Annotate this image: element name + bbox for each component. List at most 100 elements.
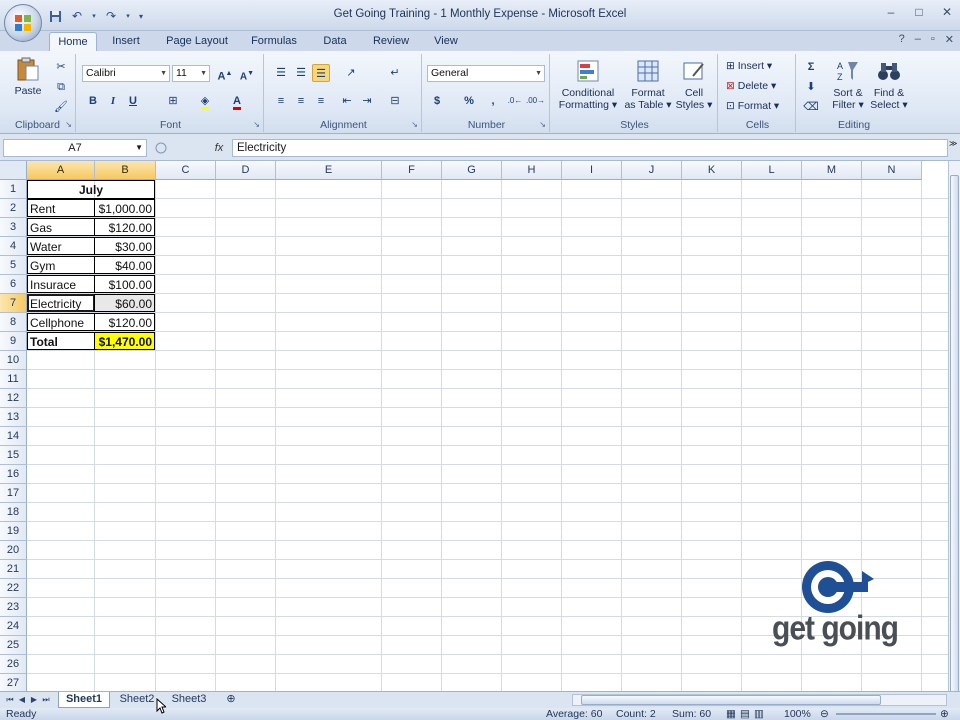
increase-indent-icon[interactable]: ⇥: [358, 92, 376, 110]
align-top-icon[interactable]: ☰: [272, 64, 290, 82]
formula-bar-splitter[interactable]: [152, 139, 206, 157]
cell-a8[interactable]: Cellphone: [27, 313, 95, 331]
number-launcher-icon[interactable]: ↘: [539, 120, 546, 129]
shrink-font-icon[interactable]: A▼: [238, 65, 256, 83]
row-header-13[interactable]: 13: [0, 408, 27, 427]
font-name-combo[interactable]: Calibri ▼: [82, 65, 170, 82]
sheet-tab-sheet1[interactable]: Sheet1: [58, 692, 110, 708]
row-header-19[interactable]: 19: [0, 522, 27, 541]
row-header-15[interactable]: 15: [0, 446, 27, 465]
zoom-slider[interactable]: [836, 713, 936, 715]
cell-styles-button[interactable]: Cell Styles ▾: [674, 58, 714, 111]
column-header-f[interactable]: F: [382, 161, 442, 180]
decrease-indent-icon[interactable]: ⇤: [338, 92, 356, 110]
percent-button[interactable]: %: [460, 92, 478, 110]
clipboard-launcher-icon[interactable]: ↘: [65, 120, 72, 129]
column-header-g[interactable]: G: [442, 161, 502, 180]
row-header-26[interactable]: 26: [0, 655, 27, 674]
row-header-6[interactable]: 6: [0, 275, 27, 294]
close-workbook-icon[interactable]: ✕: [945, 33, 954, 46]
tab-page-layout[interactable]: Page Layout: [160, 32, 234, 51]
row-header-23[interactable]: 23: [0, 598, 27, 617]
column-header-h[interactable]: H: [502, 161, 562, 180]
row-header-12[interactable]: 12: [0, 389, 27, 408]
zoom-out-icon[interactable]: ⊖: [820, 708, 829, 720]
zoom-in-icon[interactable]: ⊕: [940, 708, 949, 720]
column-header-c[interactable]: C: [156, 161, 216, 180]
row-header-16[interactable]: 16: [0, 465, 27, 484]
font-launcher-icon[interactable]: ↘: [253, 120, 260, 129]
row-header-21[interactable]: 21: [0, 560, 27, 579]
cell-a9-total-label[interactable]: Total: [27, 332, 95, 350]
expand-formula-bar-icon[interactable]: ≫: [949, 139, 959, 157]
row-header-24[interactable]: 24: [0, 617, 27, 636]
insert-cells-button[interactable]: ⊞ Insert ▾: [726, 58, 772, 74]
close-button[interactable]: ✕: [938, 4, 956, 20]
row-header-4[interactable]: 4: [0, 237, 27, 256]
fill-icon[interactable]: ⬇: [802, 78, 820, 96]
cell-b2[interactable]: $1,000.00: [94, 199, 155, 217]
copy-icon[interactable]: ⧉: [52, 78, 70, 96]
merge-center-icon[interactable]: ⊟: [386, 92, 404, 110]
restore-workbook-icon[interactable]: –: [915, 33, 921, 46]
next-sheet-icon[interactable]: ▶: [28, 693, 40, 707]
row-header-18[interactable]: 18: [0, 503, 27, 522]
column-header-i[interactable]: I: [562, 161, 622, 180]
first-sheet-icon[interactable]: ⏮: [4, 693, 16, 707]
cell-b4[interactable]: $30.00: [94, 237, 155, 255]
row-header-25[interactable]: 25: [0, 636, 27, 655]
column-header-l[interactable]: L: [742, 161, 802, 180]
comma-button[interactable]: ,: [484, 92, 502, 110]
row-header-22[interactable]: 22: [0, 579, 27, 598]
format-painter-icon[interactable]: 🖌: [52, 98, 70, 116]
row-header-1[interactable]: 1: [0, 180, 27, 199]
row-header-14[interactable]: 14: [0, 427, 27, 446]
row-header-5[interactable]: 5: [0, 256, 27, 275]
cell-b6[interactable]: $100.00: [94, 275, 155, 293]
insert-sheet-icon[interactable]: ⊕: [218, 692, 244, 708]
horizontal-scrollbar[interactable]: [572, 694, 947, 706]
minimize-button[interactable]: –: [882, 4, 900, 20]
prev-sheet-icon[interactable]: ◀: [16, 693, 28, 707]
autosum-icon[interactable]: Σ: [802, 58, 820, 76]
fill-color-icon[interactable]: ◈: [196, 92, 214, 110]
tab-data[interactable]: Data: [315, 32, 355, 51]
cut-icon[interactable]: ✂: [52, 58, 70, 76]
format-cells-button[interactable]: ⊡ Format ▾: [726, 98, 779, 114]
last-sheet-icon[interactable]: ⏭: [40, 693, 52, 707]
cell-a3[interactable]: Gas: [27, 218, 95, 236]
cell-b3[interactable]: $120.00: [94, 218, 155, 236]
row-header-8[interactable]: 8: [0, 313, 27, 332]
select-all-corner[interactable]: [0, 161, 27, 180]
formula-input[interactable]: Electricity: [232, 139, 948, 157]
column-header-n[interactable]: N: [862, 161, 922, 180]
wrap-text-icon[interactable]: ↵: [386, 64, 404, 82]
underline-button[interactable]: U: [124, 92, 142, 110]
maximize-button[interactable]: □: [910, 4, 928, 20]
delete-cells-button[interactable]: ⊠ Delete ▾: [726, 78, 776, 94]
paste-button[interactable]: Paste: [8, 56, 48, 97]
align-middle-icon[interactable]: ☰: [292, 64, 310, 82]
cell-b5[interactable]: $40.00: [94, 256, 155, 274]
align-right-icon[interactable]: ≡: [312, 92, 330, 110]
row-header-17[interactable]: 17: [0, 484, 27, 503]
cell-a6[interactable]: Insurace: [27, 275, 95, 293]
row-header-27[interactable]: 27: [0, 674, 27, 691]
align-left-icon[interactable]: ≡: [272, 92, 290, 110]
column-header-k[interactable]: K: [682, 161, 742, 180]
row-header-20[interactable]: 20: [0, 541, 27, 560]
row-header-9[interactable]: 9: [0, 332, 27, 351]
row-header-11[interactable]: 11: [0, 370, 27, 389]
page-layout-view-icon[interactable]: ▤: [740, 708, 750, 720]
zoom-level[interactable]: 100%: [784, 708, 811, 720]
normal-view-icon[interactable]: ▦: [726, 708, 736, 720]
align-bottom-icon[interactable]: ☰: [312, 64, 330, 82]
cell-a1-header[interactable]: July: [27, 180, 155, 199]
cell-a5[interactable]: Gym: [27, 256, 95, 274]
cell-b8[interactable]: $120.00: [94, 313, 155, 331]
font-color-icon[interactable]: A: [228, 92, 246, 110]
grow-font-icon[interactable]: A▲: [216, 65, 234, 83]
tab-home[interactable]: Home: [49, 32, 97, 51]
number-format-combo[interactable]: General ▼: [427, 65, 545, 82]
row-header-7[interactable]: 7: [0, 294, 27, 313]
